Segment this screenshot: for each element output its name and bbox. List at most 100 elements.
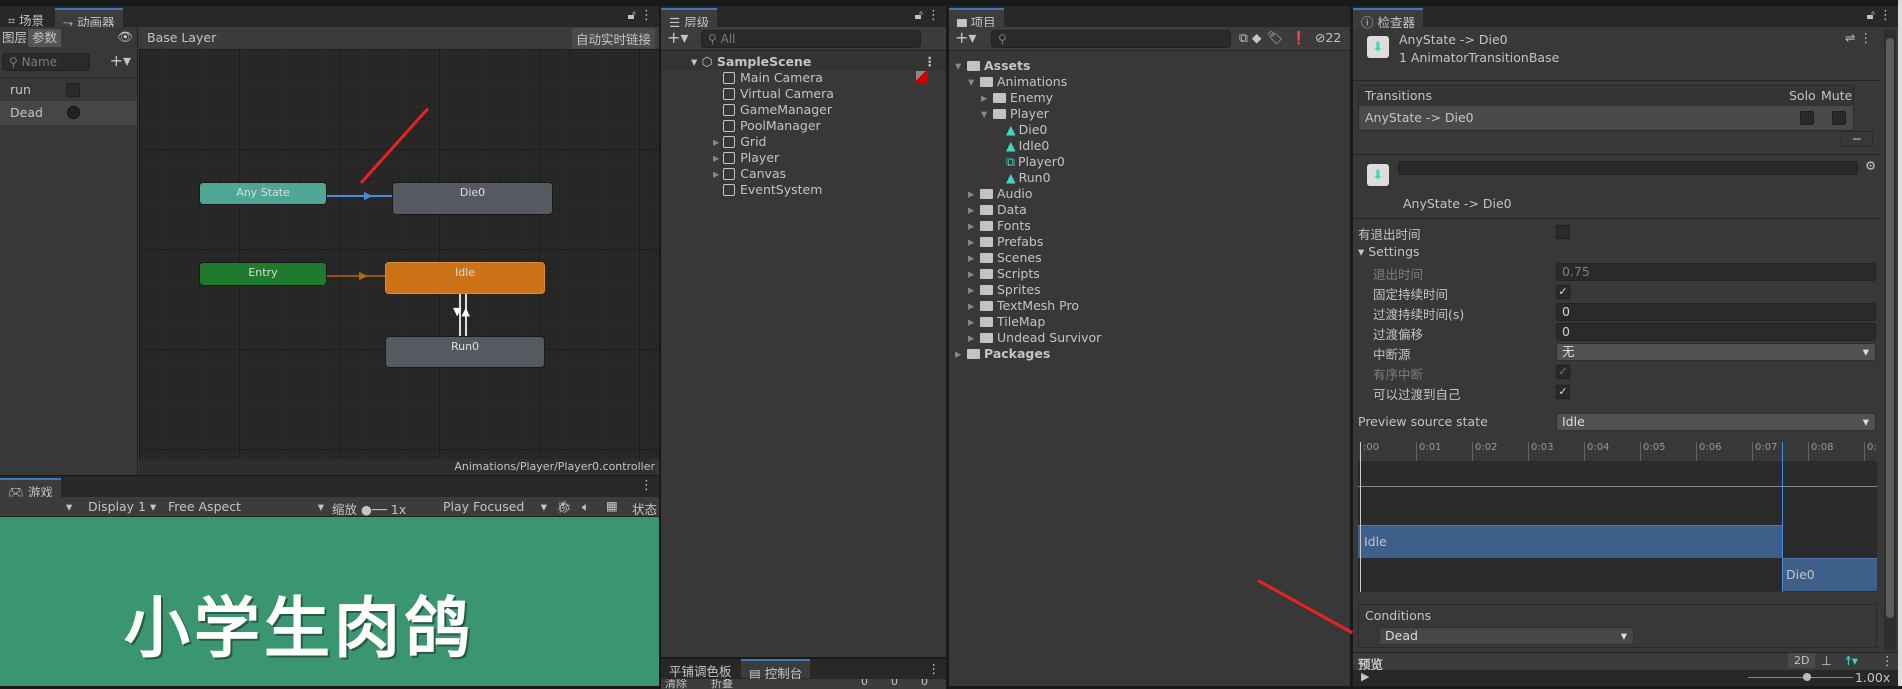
state-die0[interactable]: Die0 bbox=[392, 182, 553, 215]
interruption-source-dropdown[interactable]: 无 bbox=[1556, 343, 1876, 361]
inspector-scrollbar[interactable] bbox=[1884, 30, 1896, 650]
bug-icon[interactable]: 🐞︎ bbox=[556, 499, 572, 515]
project-item[interactable]: ▾ Assets bbox=[955, 58, 1030, 74]
scene-row[interactable]: ▾ ⬡ SampleScene ⋮ bbox=[661, 54, 946, 70]
warning-icon[interactable]: ❗ bbox=[1291, 30, 1307, 46]
mode-2d-button[interactable]: 2D bbox=[1788, 653, 1816, 668]
param-bool-checkbox[interactable] bbox=[66, 83, 80, 97]
param-row[interactable]: Dead bbox=[0, 101, 137, 125]
expand-arrow-icon[interactable]: ▸ bbox=[968, 250, 980, 266]
speed-slider[interactable] bbox=[1748, 677, 1853, 678]
lock-icon[interactable]: 🔓︎ ⋮ bbox=[1866, 8, 1892, 23]
project-item[interactable]: ▸ Audio bbox=[968, 186, 1033, 202]
create-button[interactable]: +▾ bbox=[667, 28, 688, 47]
project-item[interactable]: ▸ TileMap bbox=[968, 314, 1045, 330]
create-button[interactable]: +▾ bbox=[955, 28, 976, 47]
state-graph[interactable]: Any State Die0 ▶ Entry ▶ Idle ▼▲ Run0 bbox=[139, 49, 659, 459]
fixed-duration-checkbox[interactable]: ✓ bbox=[1556, 285, 1570, 299]
timeline-ruler[interactable]: :00 0:01 0:02 0:03 0:04 0:05 0:06 0:07 0:08 0: bbox=[1358, 442, 1877, 461]
more-icon[interactable]: ⋮ bbox=[928, 661, 941, 676]
pivot-icon[interactable]: ⊥ bbox=[1821, 653, 1832, 668]
hidden-packages-icon[interactable]: ⊘22 bbox=[1315, 30, 1341, 45]
param-search-input[interactable]: ⚲ Name bbox=[2, 53, 90, 71]
project-item[interactable]: ▸ Sprites bbox=[968, 282, 1041, 298]
expand-arrow-icon[interactable]: ▸ bbox=[968, 266, 980, 282]
more-icon[interactable]: ⋮ bbox=[1881, 653, 1894, 668]
speed-slider-handle[interactable] bbox=[1803, 673, 1811, 681]
hierarchy-item[interactable]: GameManager bbox=[661, 102, 946, 118]
expand-arrow-icon[interactable]: ▸ bbox=[968, 218, 980, 234]
project-item[interactable]: ▲ Die0 bbox=[994, 122, 1047, 138]
game-view[interactable]: 小学生肉鸽 bbox=[0, 517, 659, 686]
remove-transition-button[interactable]: − bbox=[1841, 131, 1873, 147]
has-exit-time-checkbox[interactable] bbox=[1556, 225, 1570, 239]
playhead-marker[interactable] bbox=[1360, 442, 1361, 592]
play-icon[interactable]: ▶ bbox=[1361, 670, 1369, 683]
settings-sliders-icon[interactable]: ⇌ ⋮ bbox=[1845, 30, 1872, 45]
transition-name-input[interactable] bbox=[1398, 161, 1858, 175]
param-row[interactable]: run bbox=[0, 77, 137, 101]
search-by-type-icon[interactable]: ⧉ ◆ bbox=[1239, 30, 1262, 46]
idle-clip-bar[interactable]: Idle bbox=[1358, 525, 1782, 558]
exit-time-input[interactable]: 0.75 bbox=[1556, 263, 1876, 281]
tab-parameters[interactable]: 参数 bbox=[28, 29, 62, 47]
can-transition-to-self-checkbox[interactable]: ✓ bbox=[1556, 385, 1570, 399]
audio-icon[interactable]: 🔈︎ bbox=[582, 499, 590, 515]
warning-count[interactable]: 0 bbox=[891, 679, 898, 688]
info-count[interactable]: 0 bbox=[921, 679, 928, 688]
scale-slider[interactable]: 缩放 ●── 1x bbox=[332, 499, 406, 518]
tab-inspector[interactable]: ⓘ 检查器 bbox=[1353, 8, 1423, 30]
transition-entry-to-idle[interactable] bbox=[327, 275, 385, 277]
breadcrumb-base-layer[interactable]: Base Layer bbox=[147, 30, 216, 45]
project-item[interactable]: ▾ Animations bbox=[968, 74, 1067, 90]
tab-hierarchy[interactable]: ☰ 层级 bbox=[661, 8, 718, 30]
expand-arrow-icon[interactable]: ▸ bbox=[968, 186, 980, 202]
stats-button[interactable]: 状态 bbox=[632, 499, 657, 518]
gizmos-grid-icon[interactable]: ▦ bbox=[606, 498, 618, 513]
game-dropdown[interactable]: ▾ bbox=[66, 499, 72, 514]
eye-icon[interactable]: 👁︎ bbox=[117, 29, 133, 45]
hierarchy-item[interactable]: ▸ Grid bbox=[661, 134, 946, 150]
project-item[interactable]: ▸ Enemy bbox=[981, 90, 1053, 106]
hierarchy-item[interactable]: EventSystem bbox=[661, 182, 946, 198]
state-entry[interactable]: Entry bbox=[199, 262, 327, 286]
state-any-state[interactable]: Any State bbox=[199, 182, 327, 205]
preview-source-dropdown[interactable]: Idle bbox=[1556, 413, 1876, 431]
project-item[interactable]: ▸ Scenes bbox=[968, 250, 1042, 266]
live-link-button[interactable]: 自动实时链接 bbox=[571, 28, 655, 49]
expand-arrow-icon[interactable]: ▸ bbox=[968, 314, 980, 330]
label-icon[interactable]: 🏷︎ bbox=[1267, 30, 1283, 46]
lock-icon[interactable]: 🔓︎ ⋮ bbox=[914, 8, 940, 23]
collapse-button[interactable]: 折叠 bbox=[711, 679, 733, 689]
tab-tile-palette[interactable]: 平铺调色板 bbox=[661, 659, 740, 679]
expand-arrow-icon[interactable]: ▾ bbox=[968, 74, 980, 90]
expand-arrow-icon[interactable]: ▾ bbox=[955, 58, 967, 74]
avatar-icon[interactable]: ☨▾ bbox=[1845, 653, 1858, 668]
transition-row[interactable]: AnyState -> Die0 bbox=[1359, 106, 1853, 130]
expand-arrow-icon[interactable]: ▸ bbox=[968, 298, 980, 314]
condition-parameter-dropdown[interactable]: Dead bbox=[1379, 627, 1634, 645]
more-icon[interactable]: ⋮ bbox=[640, 478, 653, 493]
state-run0[interactable]: Run0 bbox=[385, 336, 545, 368]
hierarchy-item[interactable]: Virtual Camera bbox=[661, 86, 946, 102]
expand-arrow-icon[interactable]: ▸ bbox=[981, 90, 993, 106]
expand-arrow-icon[interactable]: ▸ bbox=[968, 330, 980, 346]
project-item[interactable]: ▸ Scripts bbox=[968, 266, 1040, 282]
project-item[interactable]: ▸ Packages bbox=[955, 346, 1050, 362]
expand-arrow-icon[interactable]: ▸ bbox=[968, 202, 980, 218]
lock-icon[interactable]: 🔓︎ ⋮ bbox=[627, 8, 653, 23]
expand-arrow-icon[interactable]: ▾ bbox=[981, 106, 993, 122]
expand-arrow-icon[interactable]: ▸ bbox=[968, 234, 980, 250]
project-search-input[interactable]: ⚲ bbox=[991, 30, 1231, 48]
project-item[interactable]: ▸ Undead Survivor bbox=[968, 330, 1101, 346]
transition-timeline[interactable]: :00 0:01 0:02 0:03 0:04 0:05 0:06 0:07 0:08 0: Id… bbox=[1358, 442, 1877, 592]
display-dropdown[interactable]: Display 1 ▾ bbox=[88, 499, 156, 514]
project-item[interactable]: ▸ Fonts bbox=[968, 218, 1031, 234]
expand-arrow-icon[interactable]: ▸ bbox=[713, 166, 723, 181]
project-item[interactable]: ⧉ Player0 bbox=[994, 154, 1065, 170]
mute-checkbox[interactable] bbox=[1832, 111, 1846, 125]
project-item[interactable]: ▸ Data bbox=[968, 202, 1027, 218]
project-item[interactable]: ▸ TextMesh Pro bbox=[968, 298, 1079, 314]
error-count[interactable]: 0 bbox=[861, 679, 868, 688]
clear-button[interactable]: 清除 bbox=[665, 679, 687, 689]
